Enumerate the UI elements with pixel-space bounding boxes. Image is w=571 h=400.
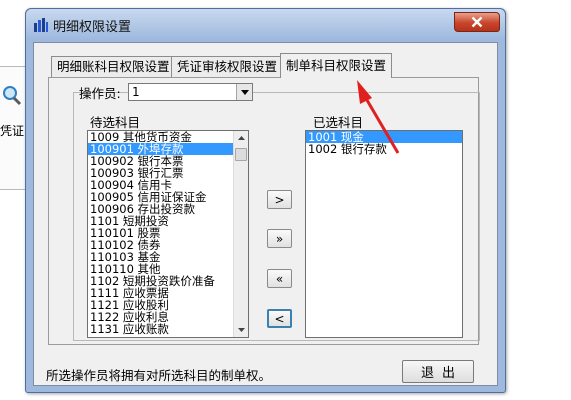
window-title: 明细权限设置 <box>53 20 132 35</box>
operator-value: 1 <box>132 85 140 99</box>
list-item[interactable]: 110110 其他 <box>88 263 248 275</box>
chevron-down-icon <box>240 89 249 95</box>
title-bar[interactable]: 明细权限设置 <box>26 9 505 39</box>
add-selected-button[interactable]: > <box>267 190 292 209</box>
app-icon <box>34 18 48 32</box>
close-icon <box>471 16 483 28</box>
operator-label: 操作员: <box>79 86 121 101</box>
dialog-client-area: 明细账科目权限设置 凭证审核权限设置 制单科目权限设置 操作员: 1 待选科目 … <box>33 42 498 386</box>
remove-all-button[interactable]: « <box>267 269 292 288</box>
list-item[interactable]: 1111 应收票据 <box>88 287 248 299</box>
list-item[interactable]: 1131 应收账款 <box>88 323 248 335</box>
available-list-scrollbar[interactable] <box>233 131 248 337</box>
list-item[interactable]: 100905 信用证保证金 <box>88 191 248 203</box>
remove-selected-button[interactable]: < <box>267 309 292 328</box>
available-subjects-list[interactable]: 1009 其他货币资金 100901 外埠存款 100902 银行本票 100903 … <box>87 130 249 338</box>
list-item[interactable]: 1002 银行存款 <box>306 143 462 155</box>
tab-ledger-permission[interactable]: 明细账科目权限设置 <box>51 56 176 77</box>
dropdown-button[interactable] <box>236 84 252 100</box>
list-item[interactable]: 110103 基金 <box>88 251 248 263</box>
scroll-down-button[interactable] <box>234 323 248 337</box>
tab-panel: 操作员: 1 待选科目 1009 其他货币资金 100901 外埠存款 100902… <box>48 77 480 345</box>
detail-permission-dialog: 明细权限设置 明细账科目权限设置 凭证审核权限设置 制单科目权限设置 操作员: … <box>25 8 506 393</box>
remove-selected-icon: < <box>274 311 285 326</box>
list-item[interactable]: 1101 短期投资 <box>88 215 248 227</box>
list-item[interactable]: 1122 应收利息 <box>88 311 248 323</box>
list-item[interactable]: 1121 应收股利 <box>88 299 248 311</box>
scroll-up-arrow-icon <box>237 136 245 140</box>
list-item[interactable]: 100902 银行本票 <box>88 155 248 167</box>
list-item[interactable]: 1001 现金 <box>306 131 462 143</box>
list-item[interactable]: 100906 存出投资款 <box>88 203 248 215</box>
tab-voucher-entry-permission[interactable]: 制单科目权限设置 <box>280 53 393 78</box>
list-item[interactable]: 100901 外埠存款 <box>88 143 248 155</box>
add-all-button[interactable]: » <box>267 229 292 248</box>
background-app-label: 凭证 <box>0 124 25 138</box>
add-selected-icon: > <box>274 192 285 207</box>
list-item[interactable]: 1102 短期投资跌价准备 <box>88 275 248 287</box>
hint-text: 所选操作员将拥有对所选科目的制单权。 <box>46 368 272 383</box>
list-item[interactable]: 110101 股票 <box>88 227 248 239</box>
list-item[interactable]: 100903 银行汇票 <box>88 167 248 179</box>
operator-select[interactable]: 1 <box>128 83 253 101</box>
selected-subjects-list[interactable]: 1001 现金 1002 银行存款 <box>305 130 463 338</box>
list-item[interactable]: 110102 债券 <box>88 239 248 251</box>
remove-all-icon: « <box>275 271 284 286</box>
scroll-down-arrow-icon <box>237 328 245 332</box>
magnifier-icon <box>3 86 22 106</box>
list-item[interactable]: 1009 其他货币资金 <box>88 131 248 143</box>
add-all-icon: » <box>275 231 284 246</box>
exit-button[interactable]: 退出 <box>402 360 474 383</box>
selected-subjects-label: 已选科目 <box>313 115 364 130</box>
list-item[interactable]: 100904 信用卡 <box>88 179 248 191</box>
scroll-thumb[interactable] <box>235 148 247 161</box>
close-button[interactable] <box>454 12 500 32</box>
scroll-up-button[interactable] <box>234 131 248 145</box>
available-subjects-label: 待选科目 <box>90 115 141 130</box>
tab-voucher-review-permission[interactable]: 凭证审核权限设置 <box>171 56 284 77</box>
